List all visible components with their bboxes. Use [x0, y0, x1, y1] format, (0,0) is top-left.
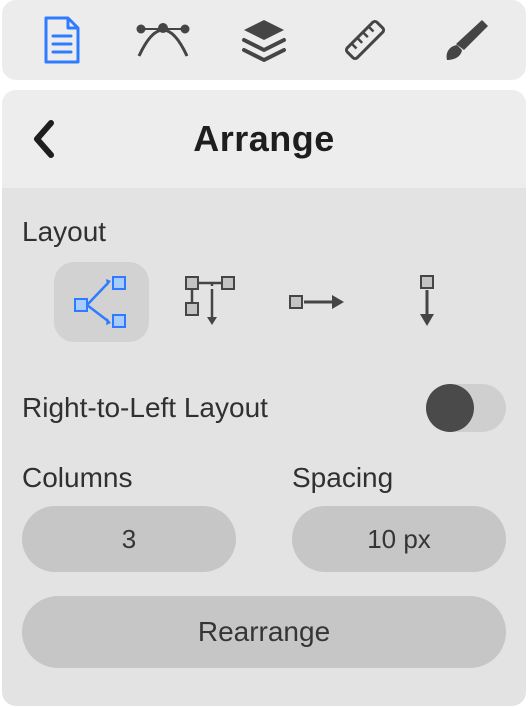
- columns-input[interactable]: [22, 506, 236, 572]
- rtl-row: Right-to-Left Layout: [22, 384, 506, 432]
- layout-tree-icon: [182, 275, 238, 329]
- rtl-switch[interactable]: [426, 384, 506, 432]
- layout-options: [22, 256, 506, 348]
- rearrange-button[interactable]: Rearrange: [22, 596, 506, 668]
- vector-tab[interactable]: [135, 12, 191, 68]
- columns-field: Columns: [22, 462, 236, 572]
- layout-horizontal[interactable]: [271, 262, 366, 342]
- layout-vertical[interactable]: [380, 262, 475, 342]
- ruler-icon: [341, 16, 389, 64]
- spacing-label: Spacing: [292, 462, 506, 494]
- layers-icon: [240, 18, 288, 62]
- brush-icon: [442, 16, 490, 64]
- columns-label: Columns: [22, 462, 236, 494]
- fields-row: Columns Spacing: [22, 462, 506, 572]
- layers-tab[interactable]: [236, 12, 292, 68]
- rtl-label: Right-to-Left Layout: [22, 392, 268, 424]
- vector-icon: [135, 18, 191, 62]
- document-tab[interactable]: [34, 12, 90, 68]
- layout-flow[interactable]: [54, 262, 149, 342]
- layout-label: Layout: [22, 216, 506, 248]
- layout-vertical-icon: [415, 274, 439, 330]
- panel-title: Arrange: [2, 118, 526, 160]
- tabbar: [2, 0, 526, 80]
- layout-flow-icon: [73, 275, 129, 329]
- back-button[interactable]: [16, 111, 72, 167]
- spacing-field: Spacing: [292, 462, 506, 572]
- layout-tree[interactable]: [163, 262, 258, 342]
- panel-header: Arrange: [2, 90, 526, 188]
- spacing-input[interactable]: [292, 506, 506, 572]
- brush-tab[interactable]: [438, 12, 494, 68]
- panel-body: Layout: [2, 188, 526, 706]
- arrange-panel: Arrange Layout: [2, 90, 526, 706]
- chevron-left-icon: [31, 119, 57, 159]
- layout-horizontal-icon: [288, 290, 348, 314]
- switch-knob: [426, 384, 474, 432]
- document-icon: [42, 16, 82, 64]
- ruler-tab[interactable]: [337, 12, 393, 68]
